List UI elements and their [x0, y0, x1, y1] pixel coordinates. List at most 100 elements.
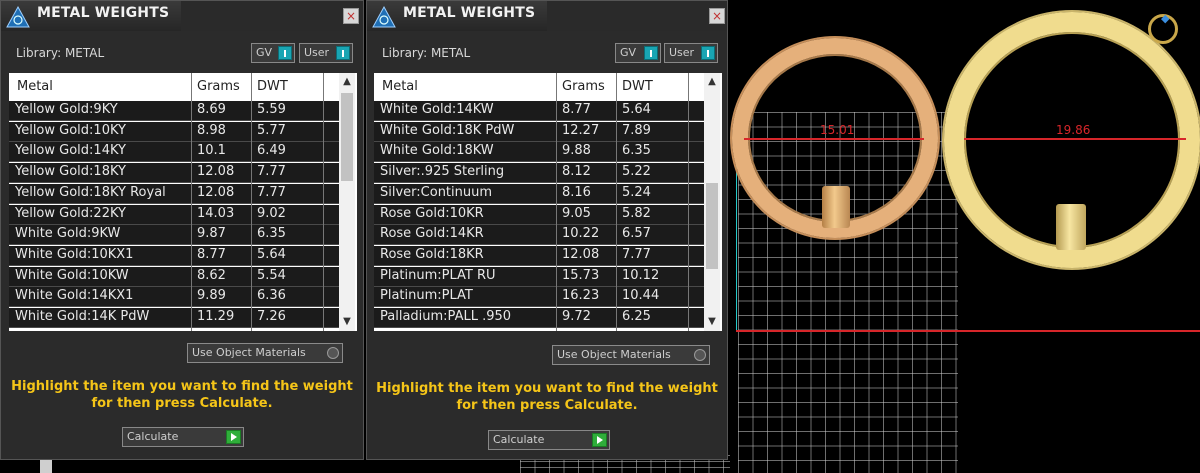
header-grams[interactable]: Grams — [197, 79, 240, 94]
cell-grams: 16.23 — [562, 288, 600, 304]
cell-metal: White Gold:18K PdW — [380, 122, 515, 138]
table-row[interactable]: Platinum:PLAT 16.23 10.44 — [374, 287, 704, 308]
calculate-label: Calculate — [127, 430, 179, 443]
cell-grams: 10.22 — [562, 226, 600, 242]
play-arrow-icon — [226, 430, 241, 444]
table-row[interactable]: Yellow Gold:18KY Royal 12.08 7.77 — [9, 183, 339, 204]
cell-grams: 9.89 — [197, 288, 226, 304]
ring2-peg — [1056, 204, 1086, 250]
cell-metal: Yellow Gold:18KY — [15, 164, 126, 180]
use-object-materials-label: Use Object Materials — [192, 346, 306, 359]
3d-viewport[interactable]: 15.01 19.86 ◆ — [728, 0, 1200, 473]
cell-dwt: 7.77 — [257, 184, 286, 200]
cell-grams: 9.72 — [562, 309, 591, 324]
table-row[interactable]: White Gold:14K PdW 11.29 7.26 — [9, 308, 339, 328]
table-row[interactable]: Yellow Gold:22KY 14.03 9.02 — [9, 204, 339, 225]
table-row[interactable]: Yellow Gold:14KY 10.1 6.49 — [9, 142, 339, 163]
table-row[interactable]: Rose Gold:18KR 12.08 7.77 — [374, 245, 704, 266]
calculate-button[interactable]: Calculate — [122, 427, 244, 447]
cell-grams: 8.77 — [197, 246, 226, 262]
close-button[interactable]: × — [343, 8, 359, 24]
table-row[interactable]: White Gold:18KW 9.88 6.35 — [374, 142, 704, 163]
header-dwt[interactable]: DWT — [257, 79, 288, 94]
table-row[interactable]: White Gold:14KX1 9.89 6.36 — [9, 287, 339, 308]
header-dwt[interactable]: DWT — [622, 79, 653, 94]
cell-grams: 8.98 — [197, 122, 226, 138]
column-divider — [616, 73, 617, 331]
resize-handle[interactable] — [40, 460, 52, 473]
table-row[interactable]: White Gold:10KX1 8.77 5.64 — [9, 245, 339, 266]
scroll-up-icon[interactable]: ▲ — [704, 75, 720, 89]
cell-grams: 8.16 — [562, 184, 591, 200]
column-divider — [191, 73, 192, 331]
scroll-down-icon[interactable]: ▼ — [704, 315, 720, 329]
table-row[interactable]: White Gold:10KW 8.62 5.54 — [9, 266, 339, 287]
table-row[interactable]: Rose Gold:10KR 9.05 5.82 — [374, 204, 704, 225]
titlebar[interactable]: METAL WEIGHTS × — [1, 1, 363, 31]
use-object-materials-toggle[interactable]: Use Object Materials — [187, 343, 343, 363]
scroll-down-icon[interactable]: ▼ — [339, 315, 355, 329]
cell-dwt: 10.44 — [622, 288, 660, 304]
table-row[interactable]: Yellow Gold:18KY 12.08 7.77 — [9, 163, 339, 184]
cell-dwt: 5.82 — [622, 205, 651, 221]
table-row[interactable]: Silver:Continuum 8.16 5.24 — [374, 183, 704, 204]
cell-metal: Rose Gold:18KR — [380, 246, 484, 262]
cell-metal: Yellow Gold:14KY — [15, 143, 126, 159]
cell-metal: White Gold:18KW — [380, 143, 494, 159]
table-row[interactable]: Palladium:PALL .950 9.72 6.25 — [374, 308, 704, 328]
table-row[interactable]: White Gold:9KW 9.87 6.35 — [9, 225, 339, 246]
cell-grams: 12.27 — [562, 122, 600, 138]
table-row[interactable]: Rose Gold:14KR 10.22 6.57 — [374, 225, 704, 246]
cell-grams: 8.77 — [562, 102, 591, 117]
table-row[interactable]: White Gold:18K PdW 12.27 7.89 — [374, 121, 704, 142]
cell-dwt: 7.89 — [622, 122, 651, 138]
user-toggle-label: User — [304, 46, 330, 59]
metals-table[interactable]: Metal Grams DWT Yellow Gold:9KY 8.69 5.59 Y… — [9, 73, 357, 331]
use-object-materials-toggle[interactable]: Use Object Materials — [552, 345, 710, 365]
cell-grams: 11.29 — [197, 309, 235, 324]
scrollbar-thumb[interactable] — [341, 93, 353, 181]
header-metal[interactable]: Metal — [382, 79, 418, 94]
close-button[interactable]: × — [709, 8, 725, 24]
table-row[interactable]: Yellow Gold:9KY 8.69 5.59 — [9, 101, 339, 121]
panel-title: METAL WEIGHTS — [403, 5, 536, 21]
gv-toggle[interactable]: GV — [251, 43, 295, 63]
scrollbar-thumb[interactable] — [706, 183, 718, 269]
cell-grams: 8.69 — [197, 102, 226, 117]
metals-table[interactable]: Metal Grams DWT White Gold:14KW 8.77 5.64 W… — [374, 73, 722, 331]
header-grams[interactable]: Grams — [562, 79, 605, 94]
cell-metal: White Gold:14KX1 — [15, 288, 134, 304]
cell-grams: 10.1 — [197, 143, 226, 159]
hint-line-2: for then press Calculate. — [91, 396, 273, 411]
scroll-up-icon[interactable]: ▲ — [339, 75, 355, 89]
cell-metal: Yellow Gold:22KY — [15, 205, 126, 221]
user-toggle[interactable]: User — [664, 43, 718, 63]
cell-metal: Silver:Continuum — [380, 184, 493, 200]
cell-dwt: 5.64 — [622, 102, 651, 117]
column-divider — [688, 73, 689, 331]
radio-icon — [694, 349, 706, 361]
table-scrollbar[interactable]: ▲ ▼ — [704, 73, 720, 331]
radio-icon — [327, 347, 339, 359]
ring1-peg — [822, 186, 850, 228]
cell-metal: Platinum:PLAT RU — [380, 267, 496, 283]
titlebar[interactable]: METAL WEIGHTS × — [367, 1, 727, 31]
gv-toggle-label: GV — [620, 46, 637, 59]
panel-title: METAL WEIGHTS — [37, 5, 170, 21]
gv-toggle[interactable]: GV — [615, 43, 661, 63]
header-metal[interactable]: Metal — [17, 79, 53, 94]
table-row[interactable]: White Gold:14KW 8.77 5.64 — [374, 101, 704, 121]
table-row[interactable]: Platinum:PLAT RU 15.73 10.12 — [374, 266, 704, 287]
table-row[interactable]: Yellow Gold:10KY 8.98 5.77 — [9, 121, 339, 142]
cell-metal: White Gold:14K PdW — [15, 309, 150, 324]
cell-metal: White Gold:10KW — [15, 267, 129, 283]
table-row[interactable]: Silver:.925 Sterling 8.12 5.22 — [374, 163, 704, 184]
ring2-dimension-label: 19.86 — [1056, 123, 1091, 137]
table-scrollbar[interactable]: ▲ ▼ — [339, 73, 355, 331]
cell-metal: Platinum:PLAT — [380, 288, 473, 304]
ring1-dimension-line — [744, 138, 924, 140]
calculate-button[interactable]: Calculate — [488, 430, 610, 450]
cell-grams: 15.73 — [562, 267, 600, 283]
user-toggle[interactable]: User — [299, 43, 353, 63]
cell-dwt: 6.35 — [622, 143, 651, 159]
